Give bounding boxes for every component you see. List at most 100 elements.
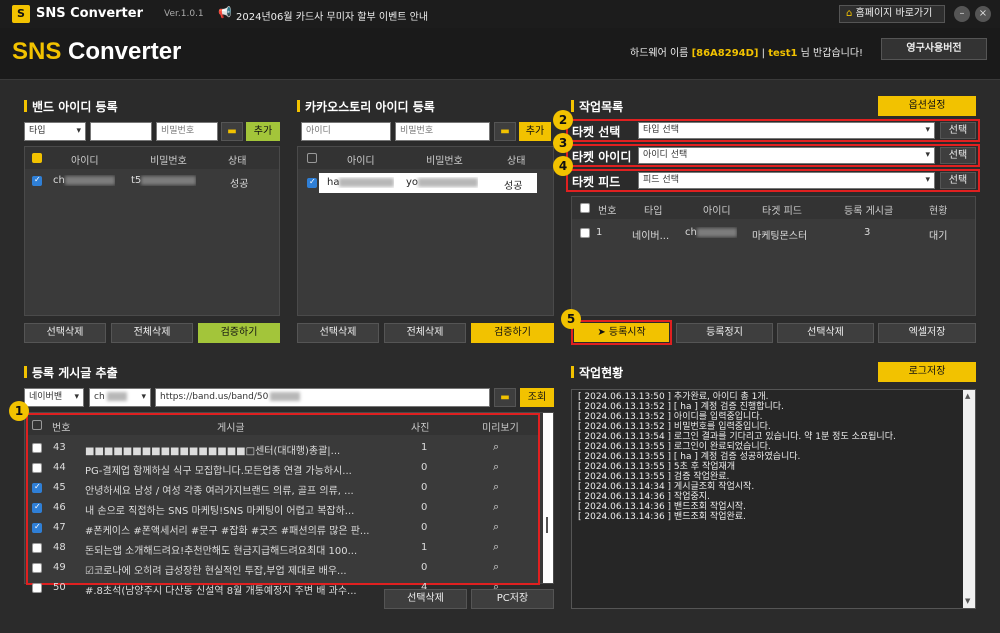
options-button[interactable]: 옵션설정 xyxy=(878,96,976,116)
band-delete-selected-button[interactable]: 선택삭제 xyxy=(24,323,106,343)
brand-logo-b: Converter xyxy=(61,38,182,65)
post-row-checkbox[interactable] xyxy=(32,443,42,453)
log-panel[interactable]: [ 2024.06.13.13:50 ] 추가완료, 아이디 총 1개.[ 20… xyxy=(571,389,976,609)
kakao-verify-button[interactable]: 검증하기 xyxy=(471,323,554,343)
band-add-button[interactable]: 추가 xyxy=(246,122,280,141)
folder-icon[interactable]: ▬ xyxy=(494,388,516,407)
scroll-up-icon[interactable]: ▲ xyxy=(965,392,970,400)
magnifier-icon[interactable]: ⌕ xyxy=(493,540,499,554)
account-select[interactable]: ch xyxy=(89,388,151,407)
search-button[interactable]: 조회 xyxy=(520,388,554,407)
minimize-icon[interactable]: – xyxy=(954,6,970,22)
source-select[interactable]: 네이버밴 xyxy=(24,388,84,407)
jobs-col-count: 등록 게시글 xyxy=(844,206,894,217)
scrollbar-thumb[interactable] xyxy=(546,517,548,533)
posts-scrollbar[interactable] xyxy=(543,413,553,583)
band-table-row[interactable]: ch t5 성공 xyxy=(25,171,279,191)
post-row-checkbox[interactable] xyxy=(32,482,42,493)
pc-save-button[interactable]: PC저장 xyxy=(471,589,554,609)
scroll-down-icon[interactable]: ▼ xyxy=(965,597,970,605)
post-row-checkbox[interactable] xyxy=(32,502,42,513)
target-type-pick-button[interactable]: 선택 xyxy=(940,122,976,139)
start-register-button[interactable]: ➤ 등록시작 xyxy=(574,323,669,342)
kakao-pw-input[interactable]: 비밀번호 xyxy=(395,122,490,141)
jobs-table-header: 번호 타입 아이디 타겟 피드 등록 게시글 현황 xyxy=(572,197,975,219)
masked-value xyxy=(270,392,301,401)
jobs-row-checkbox[interactable] xyxy=(580,228,590,238)
jobs-row-type: 네이버... xyxy=(632,231,670,242)
kakao-add-button[interactable]: 추가 xyxy=(519,122,551,141)
post-row[interactable]: 46 내 손으로 직접하는 SNS 마케팅!SNS 마케팅이 어렵고 복잡하...… xyxy=(28,499,538,517)
post-row-checkbox[interactable] xyxy=(32,583,42,593)
jobs-table-row[interactable]: 1 네이버... ch 마케팅몬스터 3 대기 xyxy=(572,223,975,243)
magnifier-icon[interactable]: ⌕ xyxy=(493,560,499,574)
magnifier-icon[interactable]: ⌕ xyxy=(493,500,499,514)
target-id-select[interactable]: 아이디 선택 xyxy=(638,147,935,164)
posts-delete-selected-button[interactable]: 선택삭제 xyxy=(384,589,467,609)
band-col-status: 상태 xyxy=(228,156,247,167)
band-section-title: 밴드 아이디 등록 xyxy=(24,98,118,115)
post-row[interactable]: 47 #폰케이스 #폰액세서리 #문구 #잡화 #굿즈 #패션의류 많은 판...… xyxy=(28,519,538,537)
post-row[interactable]: 43 ■■■■■■■■■■■■■■■■■□센터(대대행)총괄|... 1 ⌕ xyxy=(28,439,538,457)
kakao-row-pw: yo xyxy=(406,177,479,188)
magnifier-icon[interactable]: ⌕ xyxy=(493,440,499,454)
kakao-row-checkbox[interactable] xyxy=(307,177,317,188)
band-select-all-checkbox[interactable] xyxy=(32,153,42,163)
band-url-input[interactable]: https://band.us/band/50 xyxy=(155,388,490,407)
jobs-table: 번호 타입 아이디 타겟 피드 등록 게시글 현황 1 네이버... ch 마케… xyxy=(571,196,976,316)
kakao-table-row[interactable]: ha yo 성공 xyxy=(298,173,553,193)
magnifier-icon[interactable]: ⌕ xyxy=(493,520,499,534)
jobs-col-type: 타입 xyxy=(644,206,663,217)
kakao-delete-all-button[interactable]: 전체삭제 xyxy=(384,323,466,343)
masked-value xyxy=(418,177,479,187)
kakao-id-input[interactable]: 아이디 xyxy=(301,122,391,141)
band-row-checkbox[interactable] xyxy=(32,175,42,186)
stop-register-button[interactable]: 등록정지 xyxy=(676,323,773,343)
kakao-select-all-checkbox[interactable] xyxy=(307,153,317,163)
log-line: [ 2024.06.13.13:52 ] 아이디를 입력중입니다. xyxy=(578,412,763,422)
post-row-text: #폰케이스 #폰액세서리 #문구 #잡화 #굿즈 #패션의류 많은 판... xyxy=(85,526,370,537)
target-feed-label: 타켓 피드 xyxy=(572,175,621,189)
post-row-photo: 0 xyxy=(421,522,428,533)
homepage-button[interactable]: ⌂ 홈페이지 바로가기 xyxy=(839,5,945,23)
kakao-delete-selected-button[interactable]: 선택삭제 xyxy=(297,323,379,343)
jobs-select-all-checkbox[interactable] xyxy=(580,203,590,213)
posts-select-all-checkbox[interactable] xyxy=(32,420,42,430)
target-type-select[interactable]: 타입 선택 xyxy=(638,122,935,139)
band-verify-button[interactable]: 검증하기 xyxy=(198,323,280,343)
target-id-pick-button[interactable]: 선택 xyxy=(940,147,976,164)
folder-icon[interactable]: ▬ xyxy=(494,122,516,141)
post-row-text: 내 손으로 직접하는 SNS 마케팅!SNS 마케팅이 어렵고 복잡하... xyxy=(85,506,355,517)
user-info: 하드웨어 이름 [86A8294D] | test1 님 반갑습니다! xyxy=(630,44,863,59)
band-delete-all-button[interactable]: 전체삭제 xyxy=(111,323,193,343)
post-row-text: ☑코로나에 오히려 급성장한 현실적인 투잡,부업 제대로 배우... xyxy=(85,566,347,577)
target-feed-select[interactable]: 피드 선택 xyxy=(638,172,935,189)
username: test1 xyxy=(768,48,798,59)
license-button[interactable]: 영구사용버전 xyxy=(881,38,987,60)
brand-logo-a: SNS xyxy=(12,38,62,65)
jobs-delete-selected-button[interactable]: 선택삭제 xyxy=(777,323,874,343)
post-row[interactable]: 44 PG-결제업 함께하실 식구 모집합니다.모든업종 연결 가능하시... 0 ⌕ xyxy=(28,459,538,477)
excel-save-button[interactable]: 엑셀저장 xyxy=(878,323,976,343)
post-row[interactable]: 45 안녕하세요 남성 / 여성 각종 여러가지브랜드 의류, 골프 의류, ..… xyxy=(28,479,538,497)
target-feed-pick-button[interactable]: 선택 xyxy=(940,172,976,189)
post-row[interactable]: 49 ☑코로나에 오히려 급성장한 현실적인 투잡,부업 제대로 배우... 0 ⌕ xyxy=(28,559,538,577)
band-row-id: ch xyxy=(53,175,115,186)
log-scrollbar[interactable]: ▲ ▼ xyxy=(963,390,975,608)
band-type-select[interactable]: 타입 xyxy=(24,122,86,141)
post-row-checkbox[interactable] xyxy=(32,543,42,553)
folder-icon[interactable]: ▬ xyxy=(221,122,243,141)
post-row-checkbox[interactable] xyxy=(32,522,42,533)
post-row-checkbox[interactable] xyxy=(32,563,42,573)
greeting: 님 반갑습니다! xyxy=(797,48,864,59)
log-save-button[interactable]: 로그저장 xyxy=(878,362,976,382)
notice-text[interactable]: 2024년06월 카드사 무미자 할부 이벤트 안내 xyxy=(236,8,428,23)
post-row-checkbox[interactable] xyxy=(32,463,42,473)
band-pw-input[interactable]: 비밀번호 xyxy=(156,122,218,141)
kakao-table: 아이디 비밀번호 상태 ha yo 성공 xyxy=(297,146,554,316)
post-row[interactable]: 48 돈되는앱 소개해드려요!추천만해도 현금지급해드려요최대 100... 1 ⌕ xyxy=(28,539,538,557)
magnifier-icon[interactable]: ⌕ xyxy=(493,460,499,474)
magnifier-icon[interactable]: ⌕ xyxy=(493,480,499,494)
band-id-input[interactable] xyxy=(90,122,152,141)
close-icon[interactable]: × xyxy=(975,6,991,22)
